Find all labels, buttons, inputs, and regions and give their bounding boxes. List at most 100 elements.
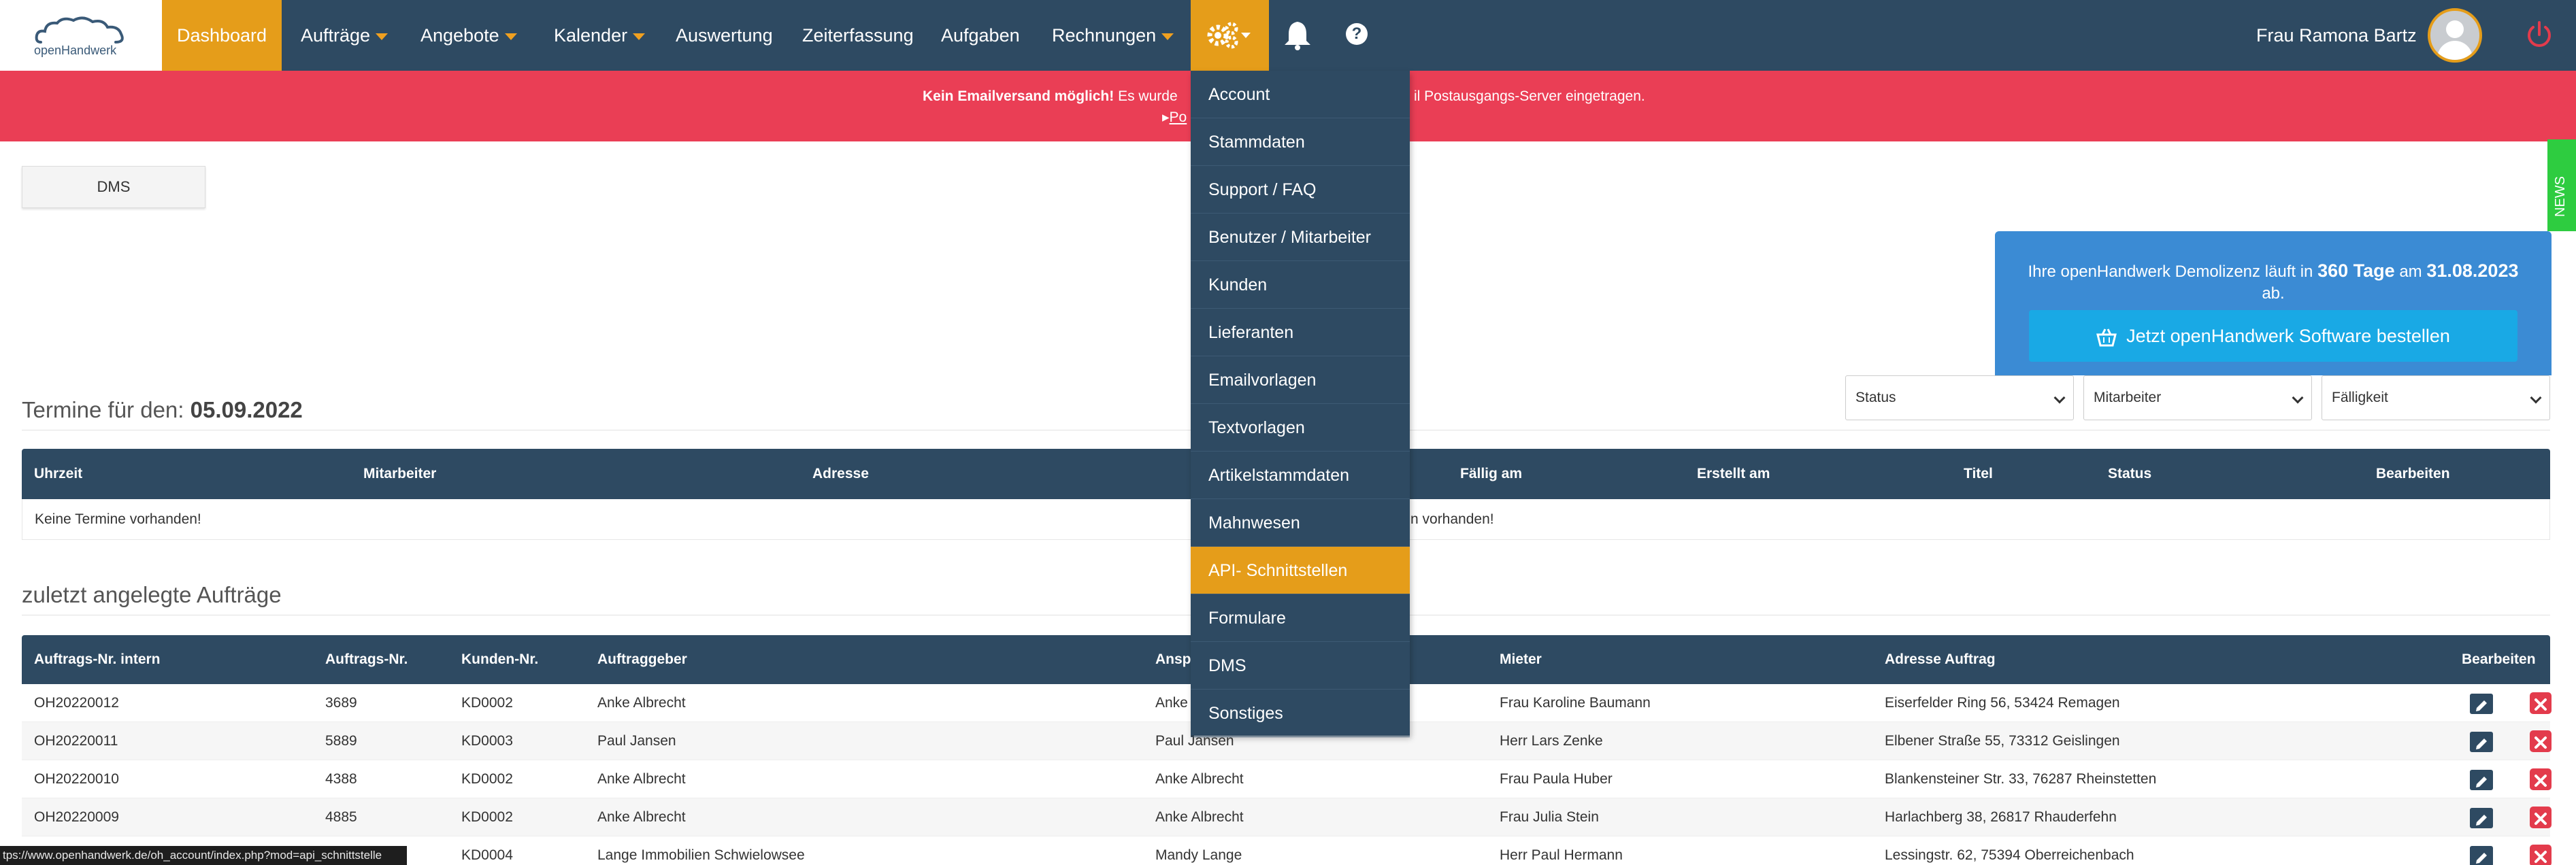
alert-link[interactable]: ▸Po — [1162, 109, 1187, 126]
col-uhrzeit: Uhrzeit — [34, 466, 83, 481]
power-icon[interactable] — [2524, 20, 2554, 50]
dropdown-item-formulare[interactable]: Formulare — [1191, 594, 1410, 642]
cell-kunden-nr: KD0002 — [461, 771, 513, 787]
cell-ansprechpartner: Mandy Lange — [1155, 847, 1242, 863]
dropdown-item-benutzer-mitarbeiter[interactable]: Benutzer / Mitarbeiter — [1191, 214, 1410, 261]
app-window: openHandwerk Dashboard Aufträge Angebote… — [0, 0, 2576, 865]
nav-auswertung[interactable]: Auswertung — [676, 0, 773, 71]
dropdown-item-textvorlagen[interactable]: Textvorlagen — [1191, 404, 1410, 452]
bell-icon[interactable] — [1283, 20, 1312, 50]
table-row: OH20220010 4388 KD0002 Anke Albrecht Anke Al… — [22, 760, 2552, 798]
cell-adresse: Eiserfelder Ring 56, 53424 Remagen — [1885, 695, 2120, 711]
edit-button[interactable] — [2470, 770, 2493, 790]
demo-days: 360 Tage — [2317, 260, 2395, 281]
logo[interactable]: openHandwerk — [0, 0, 162, 71]
termine-title: Termine für den: 05.09.2022 — [22, 397, 303, 423]
close-icon — [2534, 775, 2547, 787]
col-mitarbeiter: Mitarbeiter — [363, 466, 437, 481]
cell-auftrags-nr: 4388 — [325, 771, 357, 787]
cell-adresse: Elbener Straße 55, 73312 Geislingen — [1885, 733, 2120, 749]
order-software-button[interactable]: Jetzt openHandwerk Software bestellen — [2029, 310, 2517, 362]
delete-button[interactable] — [2530, 768, 2552, 790]
avatar[interactable] — [2428, 8, 2482, 63]
cell-ansprechpartner: Anke Albrecht — [1155, 809, 1244, 825]
top-navbar: openHandwerk Dashboard Aufträge Angebote… — [0, 0, 2576, 71]
dropdown-item-sonstiges[interactable]: Sonstiges — [1191, 690, 1410, 737]
cell-kunden-nr: KD0002 — [461, 695, 513, 711]
alert-link-label: Po — [1169, 109, 1187, 125]
nav-zeiterfassung[interactable]: Zeiterfassung — [802, 0, 914, 71]
cell-mieter: Herr Paul Hermann — [1500, 847, 1623, 863]
cell-mieter: Frau Julia Stein — [1500, 809, 1599, 825]
dms-button[interactable]: DMS — [22, 166, 205, 208]
dropdown-item-stammdaten[interactable]: Stammdaten — [1191, 118, 1410, 166]
settings-menu-button[interactable] — [1191, 0, 1269, 71]
delete-button[interactable] — [2530, 807, 2552, 828]
termine-date: 05.09.2022 — [190, 397, 303, 422]
logo-text: openHandwerk — [34, 44, 117, 57]
dropdown-item-emailvorlagen[interactable]: Emailvorlagen — [1191, 356, 1410, 404]
auftraege-title: zuletzt angelegte Aufträge — [22, 582, 282, 607]
user-name[interactable]: Frau Ramona Bartz — [2256, 0, 2417, 71]
dropdown-item-api-schnittstellen[interactable]: API- Schnittstellen — [1191, 547, 1410, 594]
nav-zeiterfassung-label: Zeiterfassung — [802, 25, 914, 46]
col-ansprechpartner: Ansp — [1155, 651, 1191, 667]
col-mieter: Mieter — [1500, 651, 1542, 667]
delete-button[interactable] — [2530, 730, 2552, 752]
delete-button[interactable] — [2530, 845, 2552, 865]
status-filter-value: Status — [1855, 390, 1896, 405]
nav-rechnungen[interactable]: Rechnungen — [1052, 0, 1174, 71]
caret-down-icon — [633, 33, 646, 40]
avatar-body — [2437, 41, 2473, 60]
dropdown-item-dms[interactable]: DMS — [1191, 642, 1410, 690]
alert-message: Kein Emailversand möglich! Es wurde — [923, 88, 1178, 105]
cell-adresse: Lessingstr. 62, 75394 Oberreichenbach — [1885, 847, 2134, 863]
col-bearbeiten: Bearbeiten — [2462, 651, 2536, 667]
pencil-icon — [2476, 853, 2487, 864]
nav-auftraege[interactable]: Aufträge — [301, 0, 389, 71]
caret-down-icon — [376, 33, 389, 40]
avatar-head — [2446, 20, 2464, 38]
cell-auftraggeber: Anke Albrecht — [597, 809, 686, 825]
close-icon — [2534, 698, 2547, 711]
status-filter-select[interactable]: Status — [1845, 375, 2074, 420]
news-tab[interactable]: NEWS — [2547, 139, 2576, 231]
cell-auftrags-nr: 3689 — [325, 695, 357, 711]
cell-auftrags-nr-intern: OH20220009 — [34, 809, 119, 825]
nav-rechnungen-label: Rechnungen — [1052, 25, 1157, 46]
nav-aufgaben[interactable]: Aufgaben — [941, 0, 1020, 71]
demo-license-panel: Ihre openHandwerk Demolizenz läuft in 36… — [1995, 231, 2552, 375]
close-icon — [2534, 736, 2547, 749]
col-adresse: Adresse — [812, 466, 869, 481]
alert-text-right: il Postausgangs-Server eingetragen. — [1414, 88, 1645, 104]
faelligkeit-filter-value: Fälligkeit — [2332, 390, 2388, 405]
faelligkeit-filter-select[interactable]: Fälligkeit — [2322, 375, 2550, 420]
dropdown-item-mahnwesen[interactable]: Mahnwesen — [1191, 499, 1410, 547]
col-bearbeiten: Bearbeiten — [2376, 466, 2450, 481]
nav-dashboard[interactable]: Dashboard — [162, 0, 282, 71]
nav-kalender[interactable]: Kalender — [554, 0, 646, 71]
edit-button[interactable] — [2470, 694, 2493, 714]
nav-auftraege-label: Aufträge — [301, 25, 371, 46]
nav-kalender-label: Kalender — [554, 25, 628, 46]
dropdown-item-account[interactable]: Account — [1191, 71, 1410, 118]
cell-adresse: Harlachberg 38, 26817 Rhauderfehn — [1885, 809, 2117, 825]
dropdown-item-artikelstammdaten[interactable]: Artikelstammdaten — [1191, 452, 1410, 499]
dropdown-item-kunden[interactable]: Kunden — [1191, 261, 1410, 309]
caret-down-icon — [504, 33, 517, 40]
caret-down-icon — [1161, 33, 1174, 40]
help-icon[interactable]: ? — [1346, 23, 1368, 45]
delete-button[interactable] — [2530, 692, 2552, 714]
mitarbeiter-filter-select[interactable]: Mitarbeiter — [2083, 375, 2312, 420]
edit-button[interactable] — [2470, 808, 2493, 828]
edit-button[interactable] — [2470, 846, 2493, 865]
nav-angebote-label: Angebote — [420, 25, 499, 46]
pencil-icon — [2476, 815, 2487, 826]
dropdown-item-support-faq[interactable]: Support / FAQ — [1191, 166, 1410, 214]
edit-button[interactable] — [2470, 732, 2493, 752]
dropdown-item-lieferanten[interactable]: Lieferanten — [1191, 309, 1410, 356]
col-kunden-nr: Kunden-Nr. — [461, 651, 539, 667]
nav-angebote[interactable]: Angebote — [420, 0, 517, 71]
settings-dropdown-menu: Account Stammdaten Support / FAQ Benutzer /… — [1191, 71, 1410, 737]
termine-title-label: Termine für den: — [22, 397, 191, 422]
